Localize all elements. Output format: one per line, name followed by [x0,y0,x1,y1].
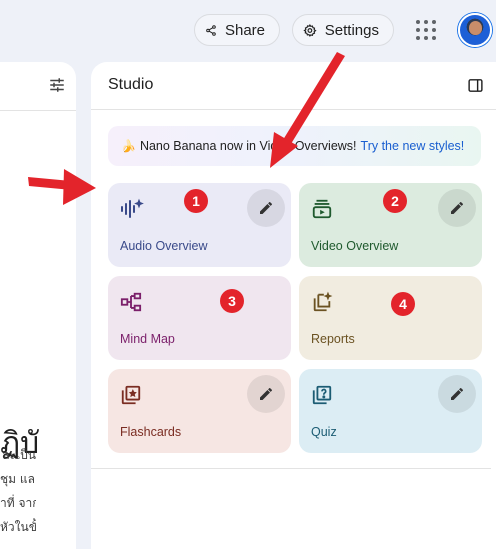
pencil-icon [451,202,463,214]
left-text-line: าที่ จาก [0,496,36,510]
mind-map-tile[interactable]: Mind Map [108,276,291,360]
audio-waveform-icon [121,198,144,218]
quiz-edit-button[interactable] [438,375,476,413]
flashcards-edit-button[interactable] [247,375,285,413]
studio-divider [91,468,491,469]
quiz-label: Quiz [311,425,337,439]
flashcards-icon [121,385,141,405]
reports-icon [313,291,333,312]
share-icon [206,24,216,36]
apps-grid-icon[interactable] [416,20,436,40]
collapse-panel-icon[interactable] [467,77,484,94]
tune-icon[interactable] [48,76,66,94]
video-overview-label: Video Overview [311,239,399,253]
left-panel: ฏิบัติ ละเป็น ชุม และ าที่ จาก หัวในขั้น [0,62,76,549]
pencil-icon [260,388,272,400]
annotation-badge-2: 2 [383,189,407,213]
annotation-badge-4: 4 [391,292,415,316]
reports-tile[interactable]: Reports [299,276,482,360]
reports-label: Reports [311,332,355,346]
share-button[interactable]: Share [194,14,280,46]
annotation-badge-3: 3 [220,289,244,313]
video-edit-button[interactable] [438,189,476,227]
settings-button[interactable]: Settings [292,14,394,46]
pencil-icon [260,202,272,214]
quiz-icon [312,385,332,405]
avatar[interactable] [458,13,492,47]
quiz-tile[interactable]: Quiz [299,369,482,453]
studio-panel: Studio 🍌 Nano Banana now in Video Overvi… [91,62,496,549]
studio-title: Studio [108,76,154,93]
flashcards-label: Flashcards [120,425,182,439]
audio-overview-label: Audio Overview [120,239,208,253]
banana-icon: 🍌 [121,139,136,153]
left-header-divider [0,110,76,111]
video-stack-icon [312,199,332,219]
mind-map-icon [120,292,142,312]
gear-icon [303,23,317,37]
settings-label: Settings [324,21,379,39]
audio-edit-button[interactable] [247,189,285,227]
left-text-line: ละเป็น [2,448,36,462]
banner-text: Nano Banana now in Video Overviews! [139,139,357,153]
annotation-badge-1: 1 [184,189,208,213]
left-text-line: หัวในขั้น [0,520,36,534]
share-label: Share [224,21,265,39]
left-text-line: ชุม และ [0,472,36,486]
top-bar: Share Settings [0,0,496,60]
announcement-banner: 🍌 Nano Banana now in Video Overviews! Tr… [108,126,481,166]
flashcards-tile[interactable]: Flashcards [108,369,291,453]
banner-link[interactable]: Try the new styles! [361,139,465,153]
pencil-icon [451,388,463,400]
studio-header-divider [91,109,496,110]
mind-map-label: Mind Map [120,332,175,346]
